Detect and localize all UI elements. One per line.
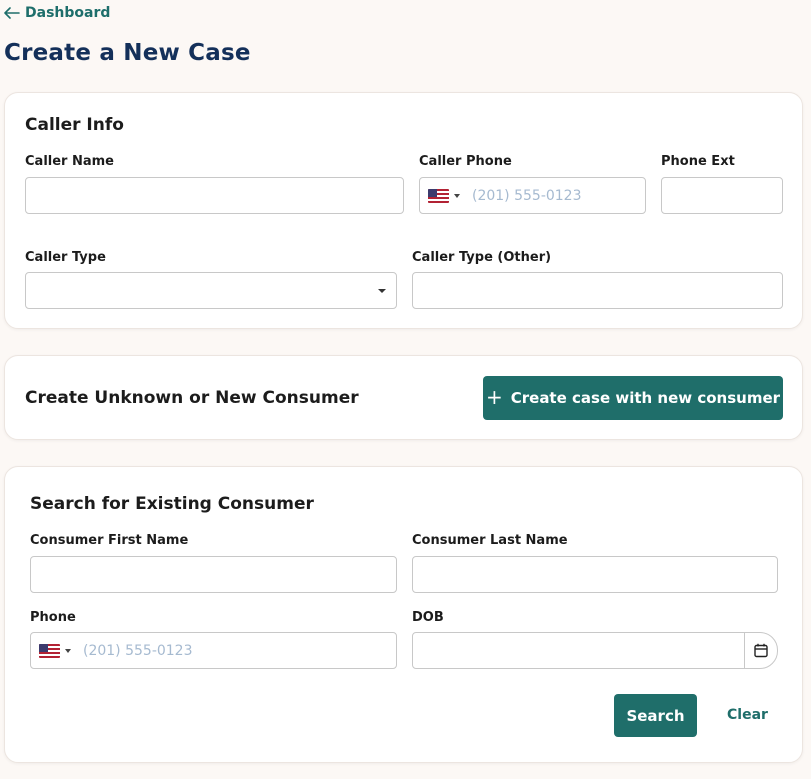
- chevron-down-icon: [65, 649, 71, 653]
- clear-button[interactable]: Clear: [727, 707, 768, 723]
- phone-ext-label: Phone Ext: [661, 154, 735, 169]
- back-to-dashboard-link[interactable]: Dashboard: [4, 5, 110, 21]
- chevron-down-icon: [378, 289, 386, 293]
- caller-phone-field[interactable]: [419, 177, 646, 214]
- phone-field[interactable]: [30, 632, 397, 669]
- calendar-button[interactable]: [744, 633, 777, 668]
- first-name-input[interactable]: [31, 557, 396, 592]
- caller-name-label: Caller Name: [25, 154, 114, 169]
- country-selector[interactable]: [428, 189, 460, 203]
- new-consumer-title: Create Unknown or New Consumer: [25, 388, 359, 408]
- create-case-button-label: Create case with new consumer: [510, 389, 781, 407]
- dob-input[interactable]: [413, 633, 743, 668]
- search-consumer-title: Search for Existing Consumer: [30, 494, 314, 514]
- caller-info-card: Caller Info Caller Name Caller Phone Pho…: [4, 92, 803, 329]
- caller-type-select[interactable]: [25, 272, 397, 309]
- arrow-left-icon: [4, 7, 20, 19]
- calendar-icon: [754, 643, 768, 658]
- phone-input[interactable]: [83, 633, 390, 668]
- phone-ext-field[interactable]: [661, 177, 783, 214]
- last-name-input[interactable]: [413, 557, 777, 592]
- phone-ext-input[interactable]: [662, 178, 782, 213]
- us-flag-icon: [39, 644, 60, 658]
- create-case-new-consumer-button[interactable]: + Create case with new consumer: [483, 376, 783, 420]
- search-consumer-card: Search for Existing Consumer Consumer Fi…: [4, 466, 803, 763]
- phone-label: Phone: [30, 610, 76, 625]
- search-button-label: Search: [626, 706, 685, 725]
- caller-name-field[interactable]: [25, 177, 404, 214]
- caller-type-other-field[interactable]: [412, 272, 783, 309]
- dob-field[interactable]: [412, 632, 778, 669]
- caller-type-other-label: Caller Type (Other): [412, 250, 552, 265]
- caller-phone-label: Caller Phone: [419, 154, 512, 169]
- caller-type-other-input[interactable]: [413, 273, 782, 308]
- first-name-field[interactable]: [30, 556, 397, 593]
- search-button[interactable]: Search: [614, 694, 697, 737]
- us-flag-icon: [428, 189, 449, 203]
- back-link-label: Dashboard: [25, 5, 111, 21]
- caller-type-label: Caller Type: [25, 250, 106, 265]
- chevron-down-icon: [454, 194, 460, 198]
- caller-phone-input[interactable]: [472, 178, 639, 213]
- first-name-label: Consumer First Name: [30, 533, 189, 548]
- dob-label: DOB: [412, 610, 444, 625]
- last-name-label: Consumer Last Name: [412, 533, 568, 548]
- country-selector[interactable]: [39, 644, 71, 658]
- page-title: Create a New Case: [4, 40, 251, 66]
- caller-info-title: Caller Info: [25, 115, 124, 135]
- last-name-field[interactable]: [412, 556, 778, 593]
- plus-icon: +: [485, 385, 503, 409]
- new-consumer-card: Create Unknown or New Consumer + Create …: [4, 355, 803, 440]
- caller-name-input[interactable]: [26, 178, 403, 213]
